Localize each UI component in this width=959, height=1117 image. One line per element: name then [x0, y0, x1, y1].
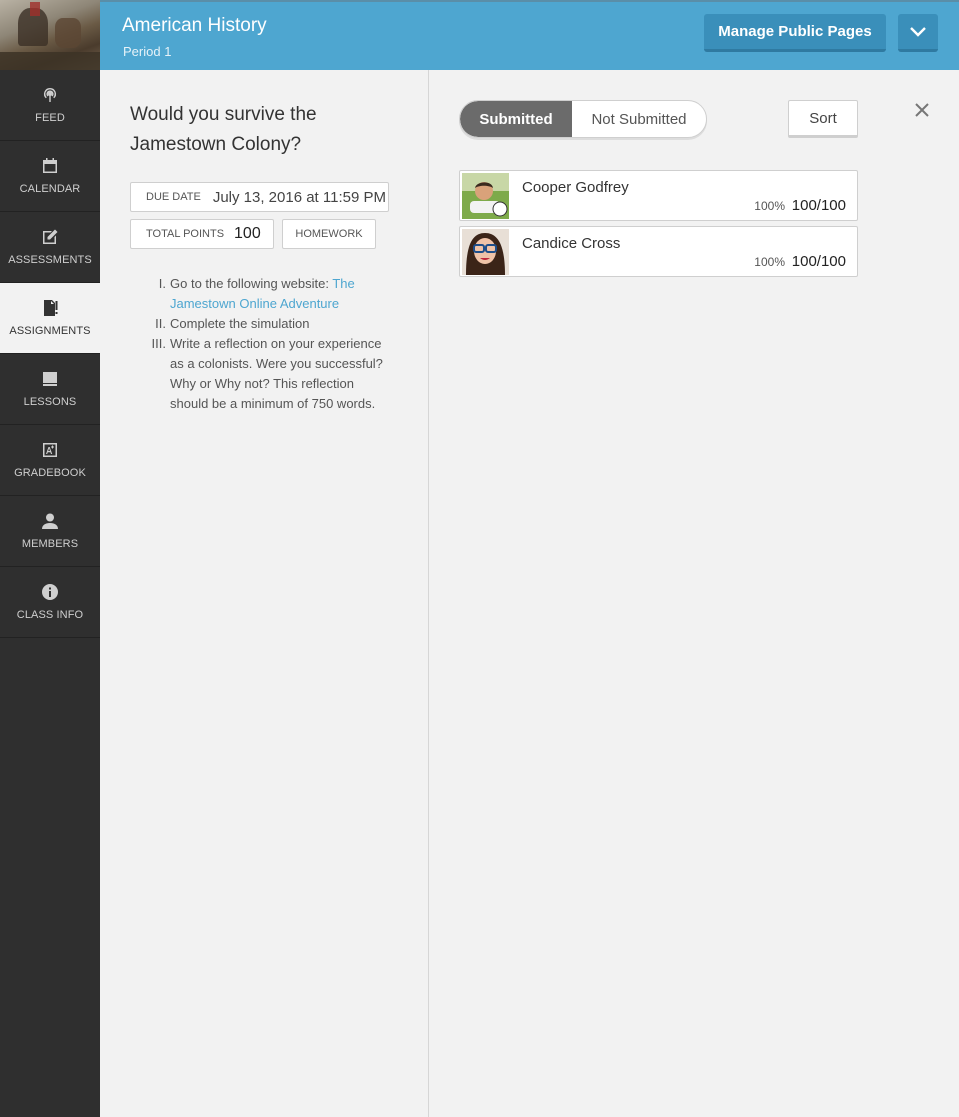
manage-public-pages-button[interactable]: Manage Public Pages	[704, 14, 886, 52]
sidebar-item-label: ASSESSMENTS	[8, 253, 92, 266]
book-icon	[43, 371, 57, 386]
student-score: 100/100	[791, 197, 846, 214]
student-name: Candice Cross	[522, 235, 621, 252]
sidebar-item-label: CLASS INFO	[16, 608, 84, 621]
close-icon[interactable]	[912, 100, 932, 120]
sidebar-item-lessons[interactable]: LESSONS	[0, 354, 100, 425]
sidebar-item-assessments[interactable]: ASSESSMENTS	[0, 212, 100, 283]
assignment-icon	[44, 299, 58, 316]
assignment-type-tag: HOMEWORK	[282, 219, 376, 249]
info-icon	[42, 583, 58, 600]
sidebar: FEED CALENDAR ASSESSMENTS ASSIGNMENTS LE…	[0, 0, 100, 1117]
sidebar-item-assignments[interactable]: ASSIGNMENTS	[0, 283, 100, 354]
sidebar-item-label: MEMBERS	[21, 537, 79, 550]
total-points-value: 100	[234, 225, 261, 242]
assignment-type-label: HOMEWORK	[295, 228, 363, 240]
edit-icon	[43, 229, 58, 244]
total-points-label: TOTAL POINTS	[146, 228, 225, 240]
sort-button[interactable]: Sort	[788, 100, 858, 138]
calendar-icon	[43, 157, 57, 173]
sidebar-item-members[interactable]: MEMBERS	[0, 496, 100, 567]
sidebar-item-feed[interactable]: FEED	[0, 70, 100, 141]
class-period: Period 1	[123, 44, 172, 59]
due-date-tag: DUE DATE July 13, 2016 at 11:59 PM	[130, 182, 389, 212]
total-points-tag: TOTAL POINTS 100	[130, 219, 274, 249]
person-icon	[42, 513, 58, 529]
class-title: American History	[122, 15, 267, 36]
instruction-text: Go to the following website:	[170, 276, 333, 291]
assignment-instructions: I. Go to the following website: The Jame…	[140, 274, 390, 414]
instruction-number: II.	[155, 316, 166, 331]
instruction-item: III. Write a reflection on your experien…	[140, 334, 390, 414]
assignment-title: Would you survive the Jamestown Colony?	[130, 104, 317, 155]
student-name: Cooper Godfrey	[522, 179, 629, 196]
student-percent: 100%	[754, 255, 785, 269]
assignment-details: Would you survive the Jamestown Colony? …	[100, 70, 429, 1117]
sidebar-item-label: GRADEBOOK	[14, 466, 86, 479]
sidebar-item-class-info[interactable]: CLASS INFO	[0, 567, 100, 638]
due-date-value: July 13, 2016 at 11:59 PM	[212, 188, 386, 206]
instruction-number: III.	[151, 336, 166, 351]
instruction-number: I.	[158, 276, 166, 291]
broadcast-icon	[43, 87, 57, 102]
due-date-label: DUE DATE	[146, 191, 201, 203]
avatar	[462, 173, 509, 219]
instruction-text: Write a reflection on your experience as…	[170, 336, 383, 411]
student-percent: 100%	[754, 199, 785, 213]
avatar	[462, 229, 509, 275]
instruction-text: Complete the simulation	[170, 316, 310, 331]
sidebar-item-gradebook[interactable]: GRADEBOOK	[0, 425, 100, 496]
sidebar-item-label: CALENDAR	[19, 182, 81, 195]
header-dropdown-button[interactable]	[898, 14, 938, 52]
sidebar-item-calendar[interactable]: CALENDAR	[0, 141, 100, 212]
sidebar-item-label: FEED	[35, 111, 65, 124]
instruction-item: I. Go to the following website: The Jame…	[140, 274, 390, 314]
sidebar-item-label: ASSIGNMENTS	[9, 324, 91, 337]
class-thumbnail[interactable]	[0, 0, 100, 70]
instruction-item: II. Complete the simulation	[140, 314, 390, 334]
sidebar-item-label: LESSONS	[23, 395, 77, 408]
student-submission-row[interactable]: Cooper Godfrey 100% 100/100	[459, 170, 858, 221]
tab-not-submitted[interactable]: Not Submitted	[572, 101, 706, 137]
student-score: 100/100	[791, 253, 846, 270]
class-header: American History Period 1 Manage Public …	[100, 0, 959, 70]
submissions-pane: Submitted Not Submitted Sort Cooper Godf…	[430, 70, 959, 1117]
submission-filter-toggle: Submitted Not Submitted	[459, 100, 707, 138]
gradebook-icon	[43, 442, 57, 457]
tab-submitted[interactable]: Submitted	[460, 101, 572, 137]
chevron-down-icon	[910, 26, 926, 37]
student-submission-row[interactable]: Candice Cross 100% 100/100	[459, 226, 858, 277]
